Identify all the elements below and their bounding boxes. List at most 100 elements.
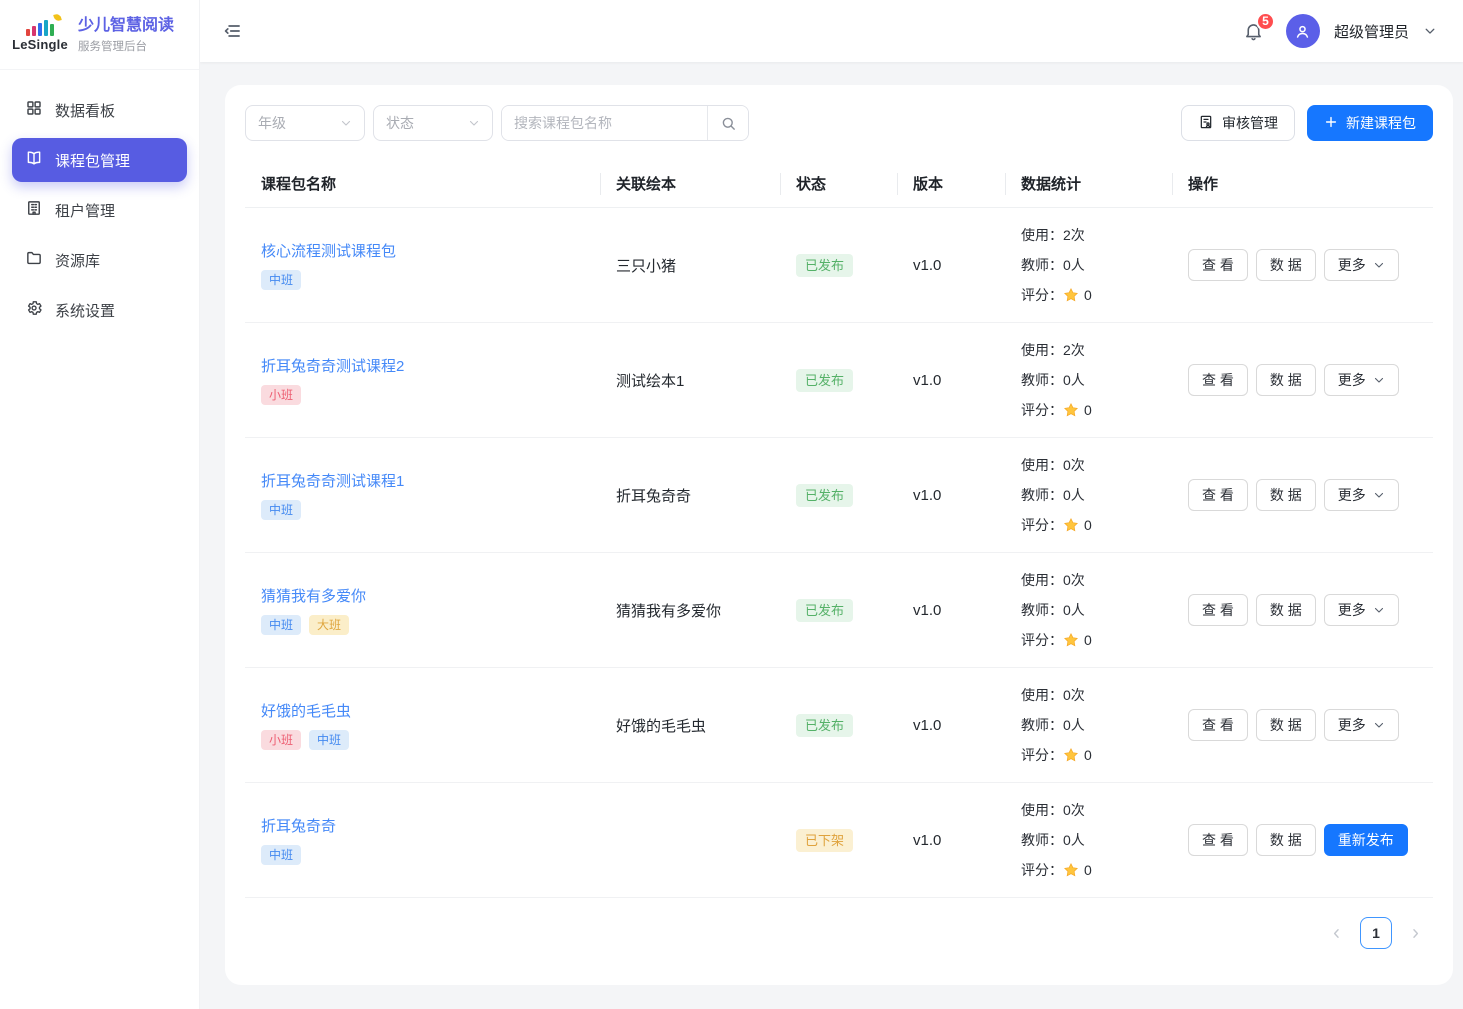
logo-leaf-icon <box>53 13 62 22</box>
star-icon <box>1063 632 1079 648</box>
data-button-label: 数 据 <box>1270 715 1302 735</box>
stat-value: 0人 <box>1063 485 1085 505</box>
grade-select[interactable]: 年级 <box>245 105 365 141</box>
cell-stats: 使用：0次教师：0人评分：0 <box>1005 795 1172 885</box>
stat-usage: 使用：2次 <box>1021 335 1172 365</box>
view-button-label: 查 看 <box>1202 485 1234 505</box>
grade-tag: 中班 <box>261 270 301 290</box>
cell-version: v1.0 <box>897 717 1005 734</box>
star-icon <box>1063 402 1079 418</box>
view-button[interactable]: 查 看 <box>1188 709 1248 741</box>
more-button[interactable]: 更多 <box>1324 594 1399 626</box>
stat-usage: 使用：0次 <box>1021 450 1172 480</box>
cell-name: 折耳兔奇奇测试课程1中班 <box>245 470 600 520</box>
stat-value: 0 <box>1084 747 1092 763</box>
app-subtitle: 服务管理后台 <box>78 38 174 54</box>
cell-name: 猜猜我有多爱你中班大班 <box>245 585 600 635</box>
course-package-panel: 年级 状态 审核管理 <box>225 85 1453 985</box>
review-management-label: 审核管理 <box>1222 113 1278 133</box>
course-package-name-link[interactable]: 核心流程测试课程包 <box>261 240 396 261</box>
chevron-down-icon[interactable] <box>1423 24 1437 38</box>
stat-usage: 使用：0次 <box>1021 565 1172 595</box>
sidebar-item-dashboard[interactable]: 数据看板 <box>12 88 187 132</box>
column-header-status: 状态 <box>780 160 897 207</box>
sidebar-item-settings[interactable]: 系统设置 <box>12 288 187 332</box>
cell-status: 已发布 <box>780 484 897 507</box>
stat-usage: 使用：2次 <box>1021 220 1172 250</box>
view-button[interactable]: 查 看 <box>1188 364 1248 396</box>
republish-button[interactable]: 重新发布 <box>1324 824 1408 856</box>
table-body: 核心流程测试课程包中班三只小猪已发布v1.0使用：2次教师：0人评分：0查 看数… <box>245 208 1433 898</box>
view-button[interactable]: 查 看 <box>1188 249 1248 281</box>
cell-status: 已发布 <box>780 254 897 277</box>
data-button[interactable]: 数 据 <box>1256 249 1316 281</box>
status-badge: 已下架 <box>796 829 853 852</box>
search-input[interactable] <box>502 106 707 140</box>
dashboard-icon <box>25 99 43 121</box>
table-header: 课程包名称 关联绘本 状态 版本 数据统计 操作 <box>245 160 1433 208</box>
stat-teachers: 教师：0人 <box>1021 250 1172 280</box>
sidebar-item-tenants[interactable]: 租户管理 <box>12 188 187 232</box>
cell-book: 测试绘本1 <box>600 370 780 391</box>
stat-value: 0 <box>1084 632 1092 648</box>
stat-value: 0次 <box>1063 455 1085 475</box>
stat-value: 0次 <box>1063 570 1085 590</box>
star-icon <box>1063 287 1079 303</box>
stat-value: 0人 <box>1063 370 1085 390</box>
cell-actions: 查 看 数 据 更多 <box>1172 709 1433 741</box>
sidebar-item-resources[interactable]: 资源库 <box>12 238 187 282</box>
course-package-name-link[interactable]: 折耳兔奇奇 <box>261 815 336 836</box>
chevron-down-icon <box>1373 604 1385 616</box>
menu-fold-icon[interactable] <box>222 21 242 41</box>
data-button[interactable]: 数 据 <box>1256 479 1316 511</box>
cell-stats: 使用：2次教师：0人评分：0 <box>1005 335 1172 425</box>
cell-actions: 查 看数 据更多 <box>1172 364 1433 396</box>
status-select[interactable]: 状态 <box>373 105 493 141</box>
stat-label: 评分： <box>1021 745 1063 765</box>
stat-teachers: 教师：0人 <box>1021 710 1172 740</box>
cell-name: 折耳兔奇奇测试课程2小班 <box>245 355 600 405</box>
review-management-button[interactable]: 审核管理 <box>1181 105 1295 141</box>
more-button[interactable]: 更多 <box>1324 364 1399 396</box>
view-button[interactable]: 查 看 <box>1188 594 1248 626</box>
course-package-name-link[interactable]: 好饿的毛毛虫 <box>261 700 351 721</box>
stat-value: 0人 <box>1063 715 1085 735</box>
view-button[interactable]: 查 看 <box>1188 479 1248 511</box>
stat-label: 使用： <box>1021 225 1063 245</box>
page-number-1[interactable]: 1 <box>1360 917 1392 949</box>
more-button[interactable]: 更多 <box>1324 249 1399 281</box>
create-course-package-label: 新建课程包 <box>1346 113 1416 133</box>
prev-page-icon[interactable] <box>1329 926 1344 941</box>
star-icon <box>1063 862 1079 878</box>
stat-label: 教师： <box>1021 485 1063 505</box>
course-package-name-link[interactable]: 猜猜我有多爱你 <box>261 585 366 606</box>
search-icon[interactable] <box>707 106 748 140</box>
more-button[interactable]: 更多 <box>1324 709 1399 741</box>
column-header-book: 关联绘本 <box>600 160 780 207</box>
chevron-down-icon <box>468 117 480 129</box>
view-button[interactable]: 查 看 <box>1188 824 1248 856</box>
stat-label: 使用： <box>1021 340 1063 360</box>
logo-wordmark: LeSingle <box>12 37 68 52</box>
sidebar-item-course-packages[interactable]: 课程包管理 <box>12 138 187 182</box>
more-button[interactable]: 更多 <box>1324 479 1399 511</box>
notification-bell-icon[interactable]: 5 <box>1243 21 1264 42</box>
stat-label: 教师： <box>1021 255 1063 275</box>
data-button[interactable]: 数 据 <box>1256 709 1316 741</box>
data-button[interactable]: 数 据 <box>1256 824 1316 856</box>
sidebar-item-label: 系统设置 <box>55 300 115 321</box>
cell-stats: 使用：0次教师：0人评分：0 <box>1005 565 1172 655</box>
stat-value: 0人 <box>1063 255 1085 275</box>
course-package-name-link[interactable]: 折耳兔奇奇测试课程2 <box>261 355 404 376</box>
course-package-name-link[interactable]: 折耳兔奇奇测试课程1 <box>261 470 404 491</box>
cell-actions: 查 看数 据更多 <box>1172 594 1433 626</box>
chevron-down-icon <box>1373 259 1385 271</box>
notification-count-badge: 5 <box>1256 12 1275 31</box>
create-course-package-button[interactable]: 新建课程包 <box>1307 105 1433 141</box>
next-page-icon[interactable] <box>1408 926 1423 941</box>
data-button[interactable]: 数 据 <box>1256 594 1316 626</box>
stat-label: 使用： <box>1021 800 1063 820</box>
stat-label: 评分： <box>1021 285 1063 305</box>
user-avatar[interactable] <box>1286 14 1320 48</box>
data-button[interactable]: 数 据 <box>1256 364 1316 396</box>
